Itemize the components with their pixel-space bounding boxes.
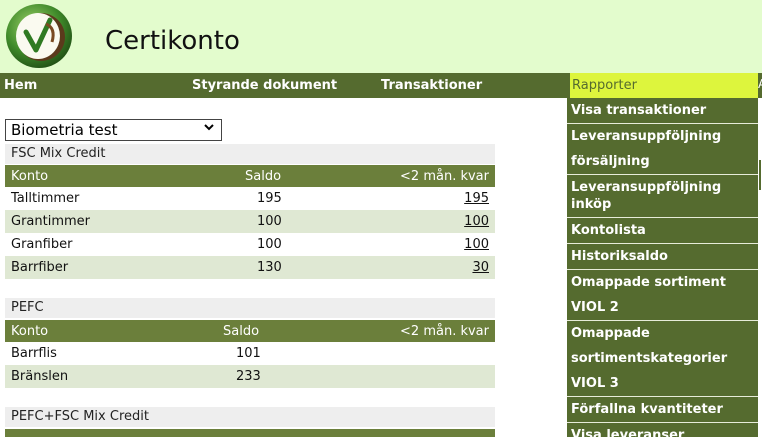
cell-kvar-link[interactable]: 30 (472, 260, 489, 275)
nav-item-overflow[interactable]: A (758, 77, 762, 91)
col-konto: Konto (11, 324, 49, 339)
section-title-fsc: FSC Mix Credit (5, 144, 495, 164)
chevron-down-icon (203, 121, 215, 136)
cell-saldo: 233 (236, 369, 261, 384)
cell-konto: Barrfiber (11, 260, 69, 275)
nav-item-styrande-dokument[interactable]: Styrande dokument (192, 78, 337, 93)
table-row: Bränslen 233 (5, 365, 495, 388)
table-row: Barrflis 101 (5, 342, 495, 365)
menu-item-kontolista[interactable]: Kontolista (567, 217, 758, 243)
scrollbar-thumb[interactable] (759, 160, 761, 190)
cell-saldo: 100 (257, 214, 282, 229)
menu-item-visa-leveranser[interactable]: Visa leveranser (567, 422, 758, 437)
col-saldo: Saldo (245, 169, 282, 184)
cell-konto: Granfiber (11, 237, 73, 252)
col-kvar: <2 mån. kvar (400, 169, 489, 184)
cell-konto: Bränslen (11, 369, 69, 384)
cell-konto: Talltimmer (11, 191, 80, 206)
cell-konto: Grantimmer (11, 214, 91, 229)
table-header-fsc: Konto Saldo <2 mån. kvar (5, 165, 495, 187)
cell-saldo: 101 (236, 346, 261, 361)
col-saldo: Saldo (223, 324, 260, 339)
section-title-pefc-fsc: PEFC+FSC Mix Credit (5, 407, 495, 427)
table-header-pefc-fsc (5, 429, 495, 437)
cell-saldo: 195 (257, 191, 282, 206)
company-select-value: Biometria test (11, 121, 118, 139)
nav-item-rapporter-label: Rapporter (572, 78, 637, 93)
app-title: Certikonto (105, 26, 240, 56)
report-menu: Visa transaktioner Leveransuppföljning f… (567, 98, 758, 437)
section-title-pefc: PEFC (5, 298, 495, 318)
cell-saldo: 100 (257, 237, 282, 252)
menu-item-visa-transaktioner[interactable]: Visa transaktioner (567, 98, 758, 123)
app-header: Certikonto (0, 0, 762, 73)
page: Certikonto Hem Styrande dokument Transak… (0, 0, 762, 437)
certikonto-logo[interactable] (4, 2, 74, 70)
table-row: Granfiber 100 100 (5, 233, 495, 256)
nav-item-rapporter[interactable]: Rapporter (570, 73, 758, 98)
cell-saldo: 130 (257, 260, 282, 275)
menu-item-forfallna-kvantiteter[interactable]: Förfallna kvantiteter (567, 396, 758, 422)
nav-item-transaktioner[interactable]: Transaktioner (381, 78, 482, 93)
table-row: Grantimmer 100 100 (5, 210, 495, 233)
table-row: Talltimmer 195 195 (5, 187, 495, 210)
table-header-pefc: Konto Saldo <2 mån. kvar (5, 320, 495, 342)
col-kvar: <2 mån. kvar (400, 324, 489, 339)
menu-item-leveransuppfoljning-inkop[interactable]: Leveransuppföljning inköp (567, 174, 758, 217)
cell-konto: Barrflis (11, 346, 57, 361)
cell-kvar-link[interactable]: 100 (464, 214, 489, 229)
table-row: Barrfiber 130 30 (5, 256, 495, 279)
company-select[interactable]: Biometria test (5, 119, 222, 141)
nav-item-hem[interactable]: Hem (4, 78, 37, 93)
cell-kvar-link[interactable]: 100 (464, 237, 489, 252)
menu-item-omappade-sortiment[interactable]: Omappade sortiment VIOL 2 (567, 269, 758, 320)
menu-item-omappade-sortimentskategorier[interactable]: Omappade sortimentskategorier VIOL 3 (567, 320, 758, 396)
col-konto: Konto (11, 169, 49, 184)
main-nav: Hem Styrande dokument Transaktioner Rapp… (0, 73, 762, 98)
menu-item-historiksaldo[interactable]: Historiksaldo (567, 243, 758, 269)
scrollbar-track[interactable] (758, 98, 762, 437)
cell-kvar-link[interactable]: 195 (464, 191, 489, 206)
menu-item-leveransuppfoljning-forsaljning[interactable]: Leveransuppföljning försäljning (567, 123, 758, 174)
